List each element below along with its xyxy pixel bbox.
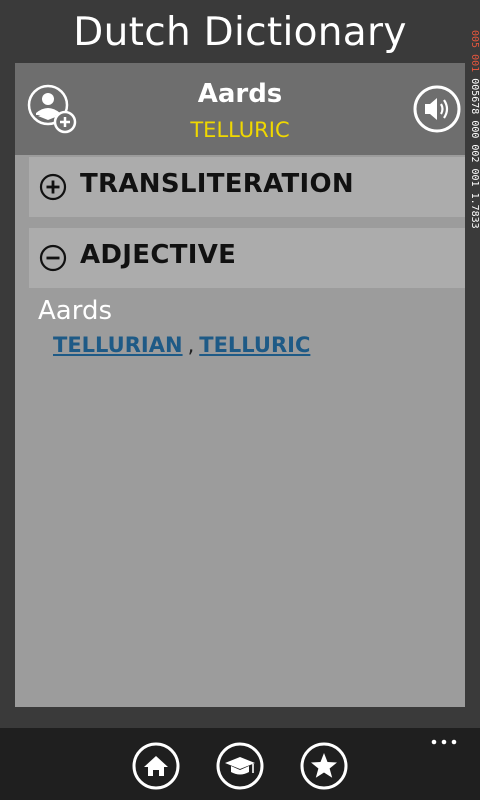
word-translation: TELLURIC: [190, 118, 290, 142]
status-readout: 005 001 005678 000 002 001 1.7833: [468, 30, 480, 229]
favorites-button[interactable]: [300, 742, 348, 790]
graduation-cap-icon: [216, 742, 264, 790]
more-options-button[interactable]: [430, 734, 460, 750]
expand-plus-icon: [39, 173, 67, 201]
collapse-minus-icon: [39, 244, 67, 272]
translation-links: TELLURIAN, TELLURIC: [53, 333, 310, 357]
home-icon: [132, 742, 180, 790]
section-adjective[interactable]: ADJECTIVE: [29, 228, 465, 288]
home-button[interactable]: [132, 742, 180, 790]
learn-button[interactable]: [216, 742, 264, 790]
link-separator: ,: [187, 333, 195, 357]
app-bar: [0, 728, 480, 800]
word-title: Aards: [197, 79, 283, 109]
more-options-icon: [431, 739, 457, 745]
section-transliteration[interactable]: TRANSLITERATION: [29, 157, 465, 217]
word-header: Aards TELLURIC: [15, 63, 465, 155]
play-sound-button[interactable]: [412, 84, 462, 134]
screen: { "app": { "title": "Dutch Dictionary" }…: [0, 0, 480, 800]
translation-link-telluric[interactable]: TELLURIC: [199, 333, 310, 357]
app-title: Dutch Dictionary: [73, 10, 407, 55]
status-white-readout: 005678 000 002 001 1.7833: [469, 78, 480, 229]
section-label: ADJECTIVE: [80, 240, 237, 270]
speaker-icon: [413, 85, 461, 133]
entry-word: Aards: [38, 296, 113, 326]
status-red-readout: 005 001: [469, 30, 480, 73]
status-bar: 005 001 005678 000 002 001 1.7833: [468, 30, 480, 400]
translation-link-tellurian[interactable]: TELLURIAN: [53, 333, 183, 357]
content-panel: Aards TELLURIC TRANSLITERATION ADJECTIVE…: [15, 63, 465, 707]
star-icon: [300, 742, 348, 790]
section-label: TRANSLITERATION: [80, 169, 354, 199]
